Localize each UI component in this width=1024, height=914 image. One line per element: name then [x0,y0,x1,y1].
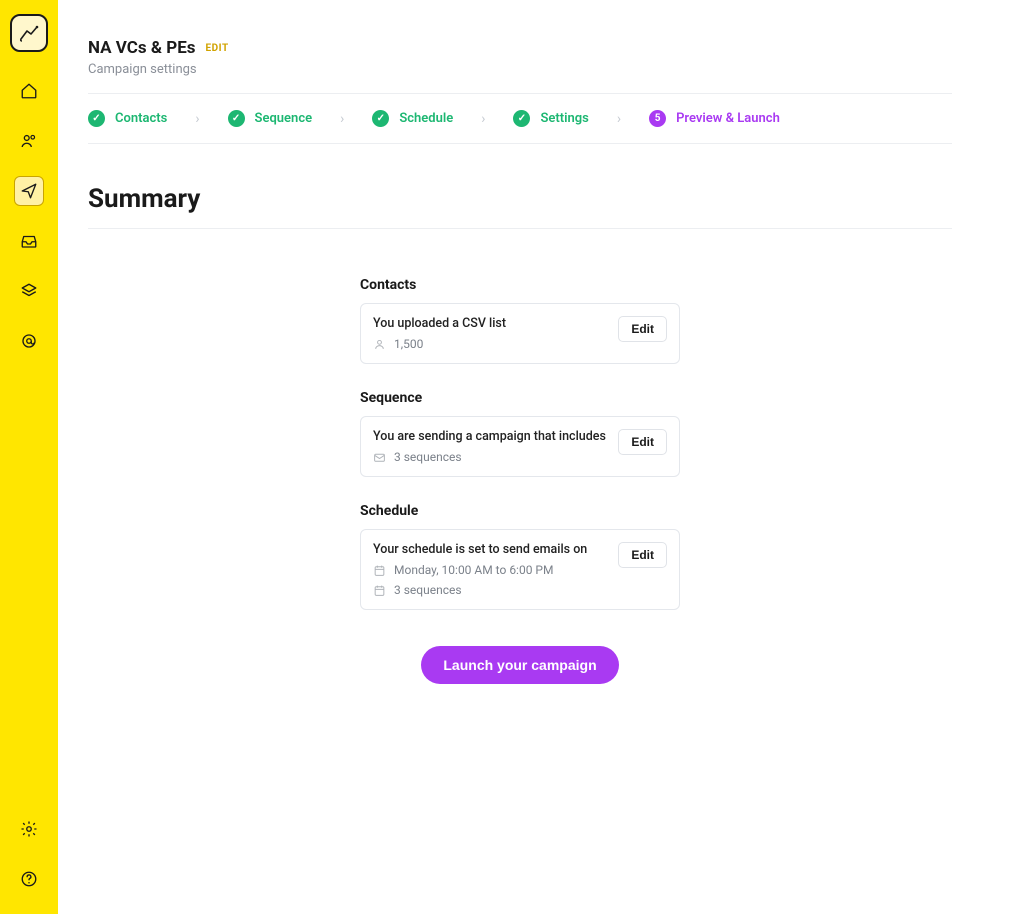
schedule-content: Your schedule is set to send emails on M… [373,542,587,597]
check-icon: ✓ [372,110,389,127]
edit-contacts-button[interactable]: Edit [618,316,667,342]
launch-campaign-button[interactable]: Launch your campaign [421,646,618,684]
step-contacts[interactable]: ✓ Contacts [88,110,167,127]
step-preview[interactable]: 5 Preview & Launch [649,110,780,127]
chevron-right-icon: › [481,111,485,127]
schedule-title: Schedule [360,503,680,519]
calendar-icon [373,564,386,577]
launch-wrap: Launch your campaign [360,646,680,684]
step-number: 5 [649,110,666,127]
nav-campaigns[interactable] [14,176,44,206]
nav-templates[interactable] [14,276,44,306]
sequence-line: You are sending a campaign that includes [373,429,606,444]
page-header: NA VCs & PEs EDIT [88,38,952,58]
nav-help[interactable] [14,864,44,894]
contacts-title: Contacts [360,277,680,293]
sidebar [0,0,58,914]
nav-contacts[interactable] [14,126,44,156]
step-label: Sequence [255,111,313,126]
nav-home[interactable] [14,76,44,106]
chevron-right-icon: › [617,111,621,127]
sequence-count: 3 sequences [394,450,462,464]
schedule-time: Monday, 10:00 AM to 6:00 PM [394,563,553,577]
nav-email[interactable] [14,326,44,356]
edit-campaign-link[interactable]: EDIT [206,43,229,54]
schedule-time-row: Monday, 10:00 AM to 6:00 PM [373,563,587,577]
summary-blocks: Contacts You uploaded a CSV list 1,500 E… [360,277,680,684]
sidebar-bottom [14,814,44,914]
campaign-subtitle: Campaign settings [88,62,952,77]
chevron-right-icon: › [195,111,199,127]
campaign-title: NA VCs & PEs [88,38,196,58]
schedule-line: Your schedule is set to send emails on [373,542,587,557]
step-label: Contacts [115,111,167,126]
calendar-icon [373,584,386,597]
contacts-count-row: 1,500 [373,337,506,351]
nav-inbox[interactable] [14,226,44,256]
sequence-card: You are sending a campaign that includes… [360,416,680,477]
contacts-count: 1,500 [394,337,423,351]
nav-list [14,76,44,356]
chevron-right-icon: › [340,111,344,127]
step-wizard: ✓ Contacts › ✓ Sequence › ✓ Schedule › ✓… [88,94,952,144]
sequence-content: You are sending a campaign that includes… [373,429,606,464]
check-icon: ✓ [88,110,105,127]
sequence-count-row: 3 sequences [373,450,606,464]
edit-schedule-button[interactable]: Edit [618,542,667,568]
mail-icon [373,451,386,464]
nav-settings[interactable] [14,814,44,844]
contacts-card: You uploaded a CSV list 1,500 Edit [360,303,680,364]
step-sequence[interactable]: ✓ Sequence [228,110,313,127]
schedule-card: Your schedule is set to send emails on M… [360,529,680,610]
check-icon: ✓ [513,110,530,127]
edit-sequence-button[interactable]: Edit [618,429,667,455]
send-icon [20,182,38,200]
help-icon [20,870,38,888]
summary-heading: Summary [88,184,952,214]
home-icon [20,82,38,100]
summary-divider [88,228,952,229]
schedule-count-row: 3 sequences [373,583,587,597]
check-icon: ✓ [228,110,245,127]
step-schedule[interactable]: ✓ Schedule [372,110,453,127]
step-label: Settings [540,111,588,126]
inbox-icon [20,232,38,250]
step-label: Preview & Launch [676,111,780,126]
unicorn-icon [17,21,41,45]
users-icon [20,132,38,150]
main-content: NA VCs & PEs EDIT Campaign settings ✓ Co… [58,0,1024,684]
step-settings[interactable]: ✓ Settings [513,110,588,127]
logo[interactable] [10,14,48,52]
user-icon [373,338,386,351]
step-label: Schedule [399,111,453,126]
gear-icon [20,820,38,838]
schedule-count: 3 sequences [394,583,462,597]
contacts-content: You uploaded a CSV list 1,500 [373,316,506,351]
at-icon [20,332,38,350]
sequence-title: Sequence [360,390,680,406]
contacts-line: You uploaded a CSV list [373,316,506,331]
layers-icon [20,282,38,300]
